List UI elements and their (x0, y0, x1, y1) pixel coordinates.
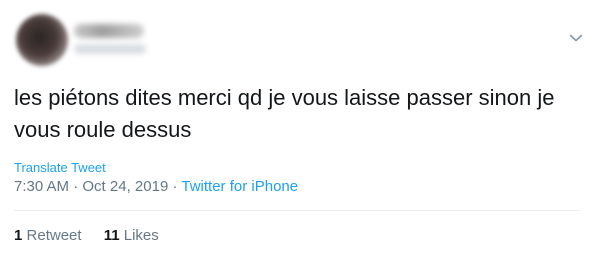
tweet-metadata: 7:30 AM · Oct 24, 2019 · Twitter for iPh… (14, 177, 298, 197)
tweet-stats: 1 Retweet 11 Likes (14, 226, 177, 246)
retweets-label: Retweet (26, 227, 82, 244)
likes-count: 11 (103, 227, 120, 244)
likes-stat[interactable]: 11 Likes (104, 226, 159, 246)
user-name-blurred[interactable] (74, 24, 144, 38)
tweet-source-link[interactable]: Twitter for iPhone (181, 178, 298, 195)
tweet-text: les piétons dites merci qd je vous laiss… (14, 85, 555, 142)
avatar[interactable] (16, 14, 68, 66)
divider (14, 210, 580, 211)
tweet-card: les piétons dites merci qd je vous laiss… (0, 0, 604, 256)
tweet-header (12, 10, 592, 72)
retweets-stat[interactable]: 1 Retweet (14, 226, 82, 246)
likes-label: Likes (123, 227, 159, 244)
retweets-count: 1 (14, 227, 23, 244)
meta-separator: · (73, 178, 79, 195)
tweet-time[interactable]: 7:30 AM (14, 178, 69, 195)
translate-tweet-link[interactable]: Translate Tweet (14, 160, 106, 176)
user-handle-blurred[interactable] (74, 44, 146, 54)
meta-separator: · (172, 178, 178, 195)
chevron-down-icon (569, 34, 583, 42)
tweet-menu-button[interactable] (564, 26, 588, 50)
tweet-date[interactable]: Oct 24, 2019 (82, 178, 168, 195)
